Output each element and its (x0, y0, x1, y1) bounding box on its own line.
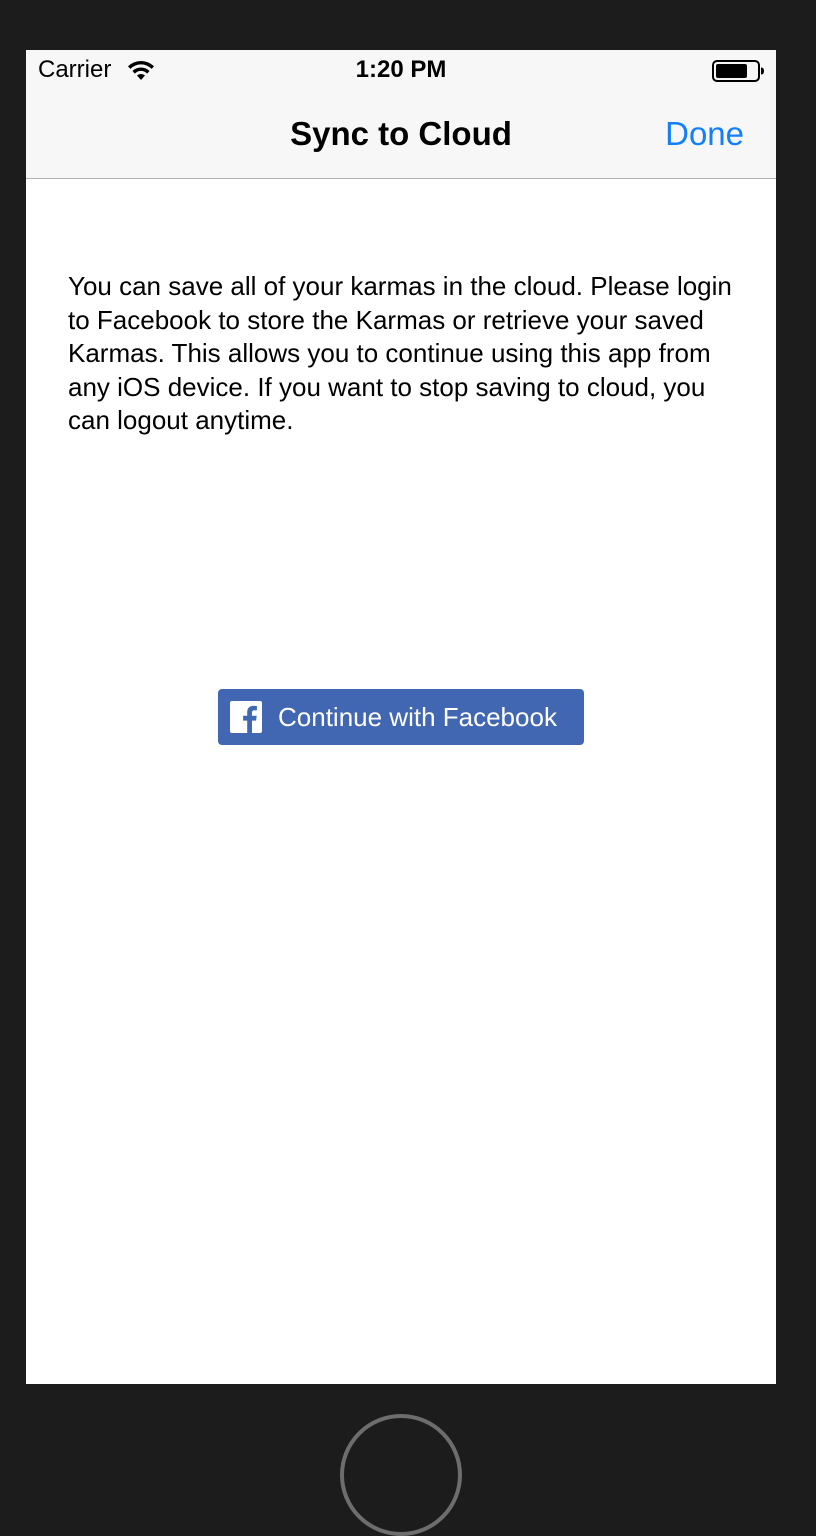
navigation-bar: Sync to Cloud Done (26, 90, 776, 179)
battery-icon (712, 60, 764, 82)
device-frame: Carrier 1:20 PM Sync to Cloud Done You c… (0, 0, 816, 1536)
continue-with-facebook-button[interactable]: Continue with Facebook (218, 689, 584, 745)
facebook-icon (230, 701, 262, 733)
app-screen: Carrier 1:20 PM Sync to Cloud Done You c… (26, 50, 776, 1384)
home-button[interactable] (340, 1414, 462, 1536)
status-bar: Carrier 1:20 PM (26, 50, 776, 90)
done-button[interactable]: Done (665, 114, 744, 154)
facebook-button-label: Continue with Facebook (278, 702, 557, 732)
status-time: 1:20 PM (355, 56, 447, 83)
page-title: Sync to Cloud (290, 115, 512, 152)
sync-description: You can save all of your karmas in the c… (68, 271, 732, 435)
